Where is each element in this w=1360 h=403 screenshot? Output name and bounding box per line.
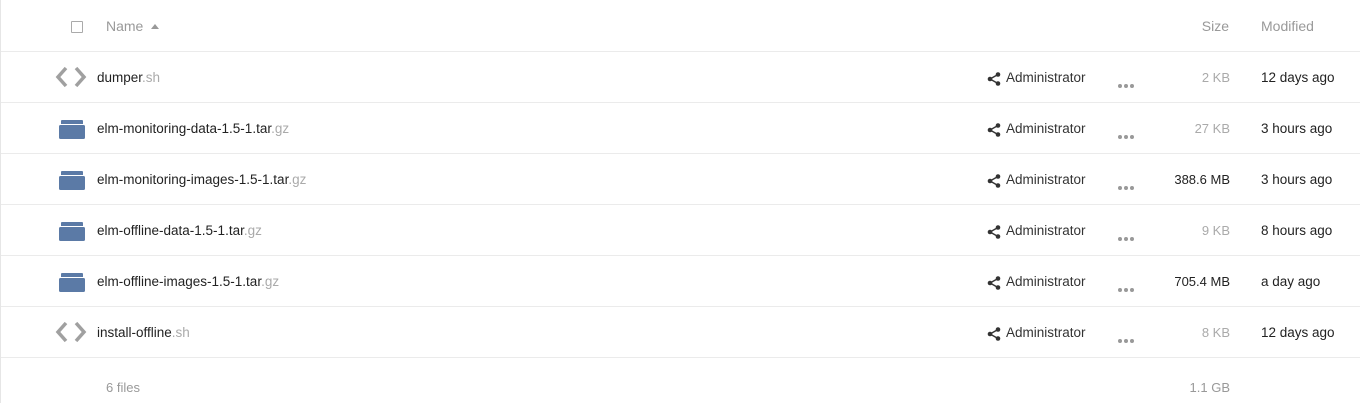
- more-icon: [1117, 280, 1135, 297]
- file-size: 2 KB: [1201, 70, 1230, 85]
- file-size: 8 KB: [1201, 325, 1230, 340]
- shared-with-owner: Administrator: [1006, 274, 1086, 289]
- share-button[interactable]: Administrator: [987, 172, 1086, 188]
- file-list-summary: 6 files 1.1 GB: [1, 359, 1360, 403]
- file-name-link[interactable]: elm-monitoring-images-1.5-1.tar.gz: [97, 172, 306, 187]
- shared-with-owner: Administrator: [1006, 121, 1086, 136]
- file-row[interactable]: dumper.sh Administrator 2 KB 12 days ago: [1, 52, 1360, 103]
- file-name-link[interactable]: elm-monitoring-data-1.5-1.tar.gz: [97, 121, 289, 136]
- more-icon: [1117, 178, 1135, 195]
- file-extension: .gz: [243, 223, 262, 238]
- file-name-link[interactable]: install-offline.sh: [97, 325, 190, 340]
- more-icon: [1117, 76, 1135, 93]
- file-modified-date: 12 days ago: [1261, 325, 1335, 340]
- file-basename: elm-monitoring-data-1.5-1.tar: [97, 121, 272, 136]
- file-basename: install-offline: [97, 325, 172, 340]
- file-count: 6 files: [106, 380, 140, 395]
- sort-ascending-icon: [151, 24, 160, 29]
- more-actions-button[interactable]: [1117, 229, 1135, 241]
- code-icon: [55, 66, 87, 88]
- file-size: 27 KB: [1194, 121, 1230, 136]
- file-basename: elm-offline-images-1.5-1.tar: [97, 274, 262, 289]
- total-size: 1.1 GB: [1189, 380, 1230, 395]
- shared-with-owner: Administrator: [1006, 172, 1086, 187]
- sort-by-modified-header[interactable]: Modified: [1261, 18, 1314, 34]
- share-button[interactable]: Administrator: [987, 223, 1086, 239]
- sort-by-name-header[interactable]: Name: [106, 18, 160, 34]
- select-all-checkbox[interactable]: [71, 21, 83, 33]
- file-name-link[interactable]: dumper.sh: [97, 70, 160, 85]
- shared-with-owner: Administrator: [1006, 70, 1086, 85]
- code-icon: [55, 321, 87, 343]
- file-extension: .gz: [271, 121, 290, 136]
- more-actions-button[interactable]: [1117, 331, 1135, 343]
- file-basename: elm-monitoring-images-1.5-1.tar: [97, 172, 289, 187]
- file-row[interactable]: elm-monitoring-data-1.5-1.tar.gz Administ…: [1, 103, 1360, 154]
- more-icon: [1117, 331, 1135, 348]
- more-actions-button[interactable]: [1117, 178, 1135, 190]
- file-extension: .sh: [171, 325, 190, 340]
- file-modified-date: 8 hours ago: [1261, 223, 1333, 238]
- more-icon: [1117, 229, 1135, 246]
- file-modified-date: a day ago: [1261, 274, 1321, 289]
- file-modified-date: 3 hours ago: [1261, 121, 1333, 136]
- file-size: 9 KB: [1201, 223, 1230, 238]
- file-modified-date: 3 hours ago: [1261, 172, 1333, 187]
- file-row[interactable]: elm-monitoring-images-1.5-1.tar.gz Admini…: [1, 154, 1360, 205]
- file-row[interactable]: install-offline.sh Administrator 8 KB 12 da…: [1, 307, 1360, 358]
- file-name-link[interactable]: elm-offline-images-1.5-1.tar.gz: [97, 274, 279, 289]
- file-size: 705.4 MB: [1174, 274, 1230, 289]
- file-extension: .gz: [261, 274, 280, 289]
- file-extension: .sh: [142, 70, 161, 85]
- shared-with-owner: Administrator: [1006, 223, 1086, 238]
- share-button[interactable]: Administrator: [987, 121, 1086, 137]
- package-icon: [55, 219, 87, 241]
- package-icon: [55, 117, 87, 139]
- package-icon: [55, 270, 87, 292]
- file-list-header: Name Size Modified: [1, 0, 1360, 52]
- file-basename: dumper: [97, 70, 143, 85]
- more-icon: [1117, 127, 1135, 144]
- more-actions-button[interactable]: [1117, 280, 1135, 292]
- file-name-link[interactable]: elm-offline-data-1.5-1.tar.gz: [97, 223, 262, 238]
- file-size: 388.6 MB: [1174, 172, 1230, 187]
- file-row[interactable]: elm-offline-images-1.5-1.tar.gz Administr…: [1, 256, 1360, 307]
- share-button[interactable]: Administrator: [987, 274, 1086, 290]
- file-row[interactable]: elm-offline-data-1.5-1.tar.gz Administrat…: [1, 205, 1360, 256]
- sort-by-size-header[interactable]: Size: [1202, 18, 1229, 34]
- file-basename: elm-offline-data-1.5-1.tar: [97, 223, 244, 238]
- package-icon: [55, 168, 87, 190]
- share-button[interactable]: Administrator: [987, 325, 1086, 341]
- more-actions-button[interactable]: [1117, 127, 1135, 139]
- file-modified-date: 12 days ago: [1261, 70, 1335, 85]
- share-button[interactable]: Administrator: [987, 70, 1086, 86]
- file-extension: .gz: [288, 172, 307, 187]
- more-actions-button[interactable]: [1117, 76, 1135, 88]
- shared-with-owner: Administrator: [1006, 325, 1086, 340]
- name-column-label: Name: [106, 18, 144, 34]
